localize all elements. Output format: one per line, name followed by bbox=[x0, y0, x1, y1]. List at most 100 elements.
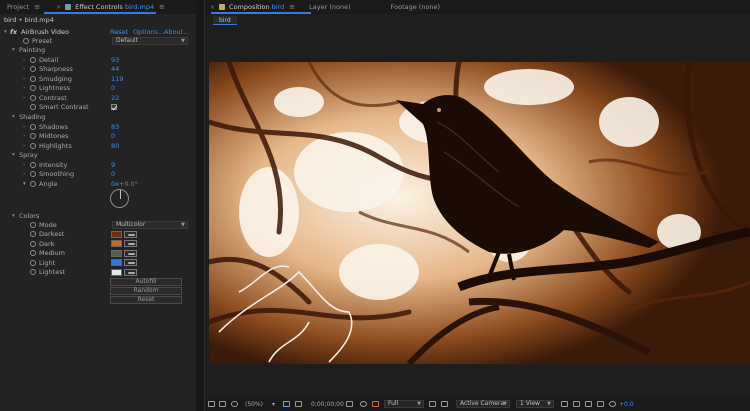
preset-dropdown[interactable]: Default ▼ bbox=[112, 36, 188, 45]
chevron-right-icon[interactable]: › bbox=[23, 143, 25, 149]
chevron-right-icon[interactable]: › bbox=[23, 133, 25, 139]
always-preview-icon[interactable] bbox=[208, 401, 215, 407]
autofill-button[interactable]: Autofill bbox=[110, 278, 182, 286]
chevron-right-icon[interactable]: › bbox=[23, 57, 25, 63]
sharpness-value[interactable]: 44 bbox=[111, 65, 119, 73]
eyedropper-icon[interactable] bbox=[124, 240, 137, 248]
color-swatch-darkest[interactable] bbox=[111, 230, 122, 238]
lightness-value[interactable]: 0 bbox=[111, 84, 115, 92]
chevron-right-icon[interactable]: › bbox=[23, 124, 25, 130]
fast-preview-icon[interactable] bbox=[561, 401, 568, 407]
detail-value[interactable]: 93 bbox=[111, 56, 119, 64]
smudging-value[interactable]: 119 bbox=[111, 75, 123, 83]
color-channels-icon[interactable] bbox=[372, 401, 379, 407]
stopwatch-icon[interactable] bbox=[30, 66, 36, 73]
stopwatch-icon[interactable] bbox=[23, 37, 29, 44]
camera-icon[interactable] bbox=[346, 401, 353, 407]
smart-contrast-checkbox[interactable] bbox=[111, 104, 117, 111]
spray-group[interactable]: ▾ Spray bbox=[0, 151, 196, 161]
eyedropper-icon[interactable] bbox=[124, 268, 137, 276]
tab-footage[interactable]: Footage (none) bbox=[387, 0, 444, 14]
angle-dial[interactable] bbox=[110, 189, 129, 208]
stopwatch-icon[interactable] bbox=[30, 221, 36, 228]
monitor-icon[interactable] bbox=[219, 401, 226, 407]
midtones-value[interactable]: 0 bbox=[111, 132, 115, 140]
stopwatch-icon[interactable] bbox=[30, 171, 36, 178]
stopwatch-icon[interactable] bbox=[30, 231, 36, 238]
zoom-level[interactable]: (50%) bbox=[245, 401, 263, 408]
chevron-down-icon[interactable]: ▾ bbox=[12, 152, 15, 158]
stopwatch-icon[interactable] bbox=[30, 142, 36, 149]
eyedropper-icon[interactable] bbox=[124, 230, 137, 238]
composition-viewer[interactable] bbox=[209, 62, 750, 364]
chevron-down-icon[interactable]: ▾ bbox=[12, 213, 15, 219]
shadows-value[interactable]: 83 bbox=[111, 123, 119, 131]
chevron-down-icon[interactable]: ▾ bbox=[4, 29, 7, 35]
stopwatch-icon[interactable] bbox=[30, 75, 36, 82]
glasses-icon[interactable] bbox=[231, 401, 238, 407]
smoothing-value[interactable]: 0 bbox=[111, 170, 115, 178]
transparency-grid-icon[interactable] bbox=[441, 401, 448, 407]
chevron-right-icon[interactable]: › bbox=[23, 171, 25, 177]
contrast-value[interactable]: 22 bbox=[111, 94, 119, 102]
panel-menu-icon[interactable]: ≡ bbox=[289, 3, 295, 11]
camera-dropdown[interactable]: Active Camera ▼ bbox=[456, 400, 510, 408]
angle-value[interactable]: 0x+0.0° bbox=[111, 180, 138, 188]
stopwatch-icon[interactable] bbox=[30, 133, 36, 140]
eyedropper-icon[interactable] bbox=[124, 259, 137, 267]
reset-button[interactable]: Reset bbox=[110, 296, 182, 304]
network-icon[interactable] bbox=[597, 401, 604, 407]
exposure-icon[interactable] bbox=[609, 401, 616, 407]
chevron-right-icon[interactable]: › bbox=[23, 66, 25, 72]
region-of-interest-icon[interactable] bbox=[429, 401, 436, 407]
fx-icon[interactable]: fx bbox=[10, 28, 17, 36]
highlights-value[interactable]: 80 bbox=[111, 142, 119, 150]
effect-options-link[interactable]: Options... bbox=[133, 28, 164, 36]
chevron-right-icon[interactable]: › bbox=[23, 85, 25, 91]
flowchart-icon[interactable] bbox=[573, 401, 580, 407]
chevron-down-icon[interactable]: ▾ bbox=[12, 114, 15, 120]
fit-icon[interactable] bbox=[283, 401, 290, 407]
panel-menu-icon[interactable]: ≡ bbox=[159, 3, 165, 11]
exposure-value[interactable]: +0,0 bbox=[619, 401, 634, 408]
color-swatch-dark[interactable] bbox=[111, 240, 122, 248]
color-swatch-light[interactable] bbox=[111, 259, 122, 267]
stopwatch-icon[interactable] bbox=[30, 269, 36, 276]
chevron-right-icon[interactable]: › bbox=[23, 95, 25, 101]
painting-group[interactable]: ▾ Painting bbox=[0, 45, 196, 55]
grid-icon[interactable] bbox=[295, 401, 302, 407]
stopwatch-icon[interactable] bbox=[30, 104, 36, 111]
resolution-dropdown[interactable]: Full ▼ bbox=[384, 400, 424, 408]
stopwatch-icon[interactable] bbox=[30, 250, 36, 257]
intensity-value[interactable]: 9 bbox=[111, 161, 115, 169]
stopwatch-icon[interactable] bbox=[30, 240, 36, 247]
effect-about-link[interactable]: About... bbox=[164, 28, 189, 36]
stopwatch-icon[interactable] bbox=[30, 161, 36, 168]
stopwatch-icon[interactable] bbox=[30, 259, 36, 266]
chevron-right-icon[interactable]: › bbox=[23, 162, 25, 168]
shading-group[interactable]: ▾ Shading bbox=[0, 113, 196, 123]
stopwatch-icon[interactable] bbox=[30, 56, 36, 63]
channel-icon[interactable] bbox=[360, 401, 367, 407]
eyedropper-icon[interactable] bbox=[124, 249, 137, 257]
stopwatch-icon[interactable] bbox=[30, 123, 36, 130]
views-dropdown[interactable]: 1 View ▼ bbox=[516, 400, 554, 408]
color-swatch-lightest[interactable] bbox=[111, 268, 122, 276]
chevron-down-icon[interactable]: ▾ bbox=[272, 401, 275, 408]
stopwatch-icon[interactable] bbox=[30, 85, 36, 92]
tab-layer[interactable]: Layer (none) bbox=[305, 0, 354, 14]
tab-project[interactable]: Project ≡ bbox=[0, 0, 44, 14]
chevron-down-icon[interactable]: ▾ bbox=[12, 47, 15, 53]
random-button[interactable]: Random bbox=[110, 287, 182, 295]
panel-splitter[interactable] bbox=[196, 0, 204, 411]
close-icon[interactable]: × bbox=[56, 4, 61, 11]
comp-subtab-bird[interactable]: bird bbox=[213, 16, 237, 25]
stopwatch-icon[interactable] bbox=[30, 180, 36, 187]
stopwatch-icon[interactable] bbox=[30, 94, 36, 101]
color-swatch-medium[interactable] bbox=[111, 249, 122, 257]
chevron-right-icon[interactable]: › bbox=[23, 76, 25, 82]
close-icon[interactable]: × bbox=[210, 4, 215, 11]
chevron-down-icon[interactable]: ▾ bbox=[23, 181, 26, 187]
mode-dropdown[interactable]: Multicolor ▼ bbox=[112, 220, 188, 229]
effect-reset-link[interactable]: Reset bbox=[110, 28, 128, 36]
